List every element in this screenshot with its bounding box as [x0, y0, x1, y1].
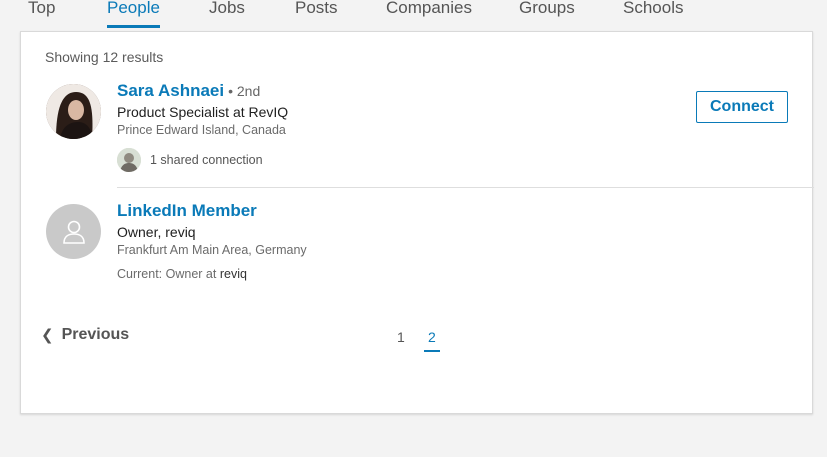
tab-top[interactable]: Top: [28, 0, 55, 31]
tab-groups[interactable]: Groups: [519, 0, 575, 31]
page-1-link[interactable]: 1: [397, 329, 405, 345]
profile-photo[interactable]: [46, 84, 101, 139]
previous-page-button[interactable]: ❮ Previous: [41, 326, 129, 344]
current-position-prefix: Current: Owner at: [117, 267, 217, 281]
results-count: Showing 12 results: [45, 49, 164, 65]
search-tabs: Top People Jobs Posts Companies Groups S…: [0, 0, 827, 31]
search-result-item: Sara Ashnaei • 2nd Product Specialist at …: [45, 81, 814, 184]
tab-schools[interactable]: Schools: [623, 0, 683, 31]
tab-people[interactable]: People: [107, 0, 160, 31]
result-headline: Owner, reviq: [117, 224, 196, 240]
tab-jobs[interactable]: Jobs: [209, 0, 245, 31]
result-location: Frankfurt Am Main Area, Germany: [117, 243, 307, 257]
page-2-link[interactable]: 2: [424, 329, 440, 352]
shared-connection-avatar: [117, 148, 141, 172]
search-result-item: LinkedIn Member Owner, reviq Frankfurt A…: [45, 201, 814, 294]
connect-button[interactable]: Connect: [696, 91, 788, 123]
tab-companies[interactable]: Companies: [386, 0, 472, 31]
result-headline: Product Specialist at RevIQ: [117, 104, 289, 120]
chevron-left-icon: ❮: [41, 327, 54, 344]
connection-degree: • 2nd: [228, 83, 261, 99]
previous-label[interactable]: Previous: [62, 326, 130, 344]
result-name[interactable]: LinkedIn Member: [117, 201, 257, 221]
result-name-text[interactable]: Sara Ashnaei: [117, 81, 224, 100]
result-location: Prince Edward Island, Canada: [117, 123, 286, 137]
current-position: Current: Owner at reviq: [117, 267, 247, 281]
result-name[interactable]: Sara Ashnaei • 2nd: [117, 81, 260, 101]
person-placeholder-icon: [46, 204, 101, 259]
current-company: reviq: [219, 267, 247, 281]
shared-connections-text[interactable]: 1 shared connection: [150, 153, 263, 167]
result-divider: [117, 187, 814, 188]
search-results-card: Showing 12 results Sara Ashnaei • 2nd Pro…: [20, 31, 814, 414]
shared-connections[interactable]: 1 shared connection: [117, 147, 263, 173]
tab-posts[interactable]: Posts: [295, 0, 338, 31]
